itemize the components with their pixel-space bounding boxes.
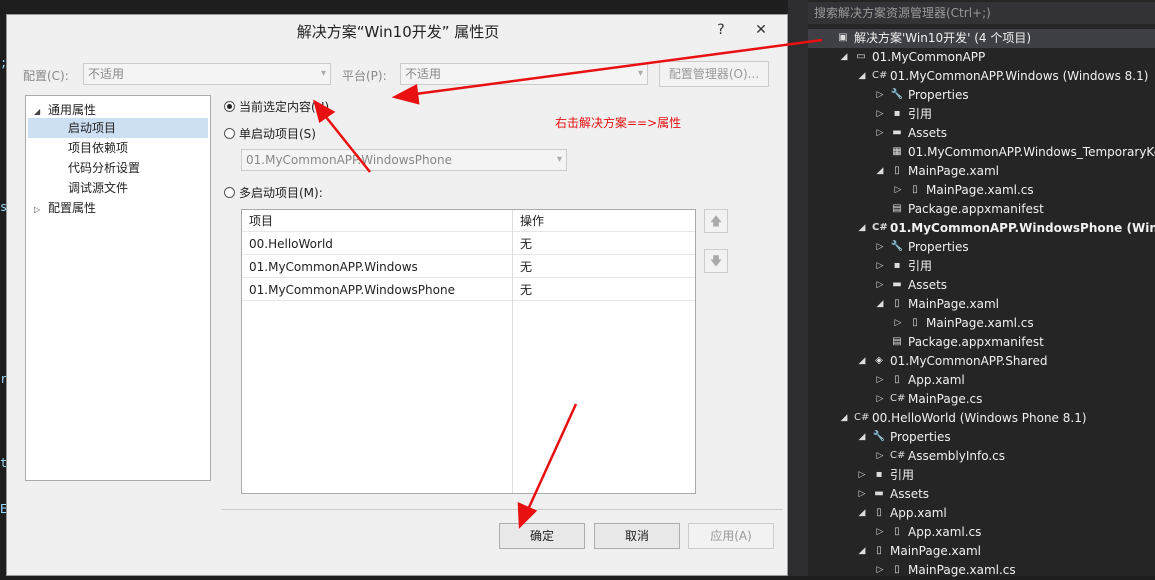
arrow-to-ok [524,403,578,515]
arrow-head [391,84,420,105]
annotation-arrows-overlay [313,38,823,529]
arrow-head [313,99,336,124]
arrow-head [517,502,538,529]
arrow-to-current-selection [407,38,823,97]
arrow-to-radio [321,111,371,173]
